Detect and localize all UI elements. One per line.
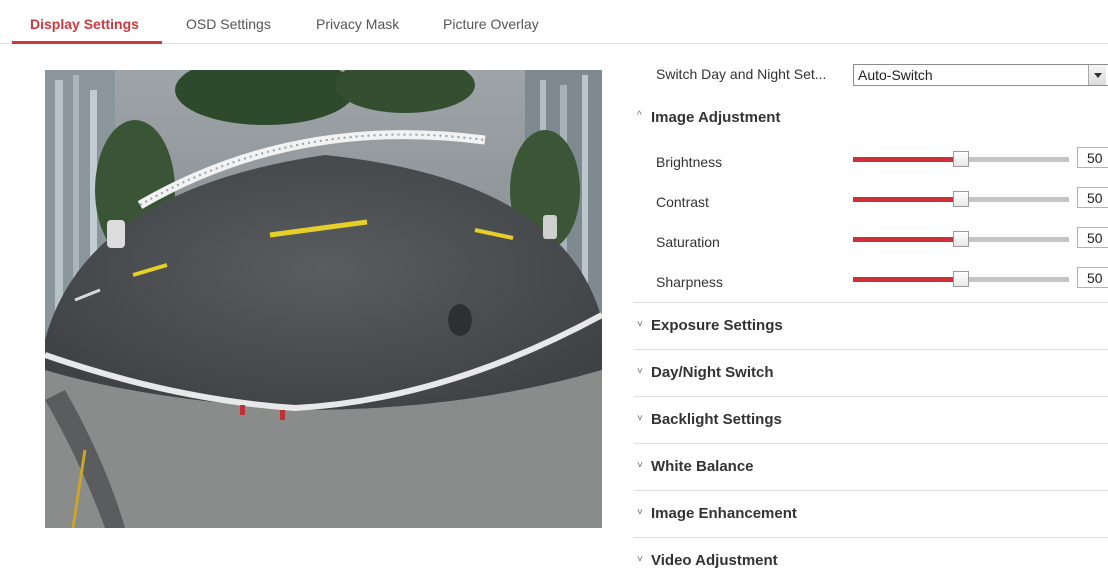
chevron-down-icon: ˅ xyxy=(637,319,643,330)
tab-privacy-mask[interactable]: Privacy Mask xyxy=(316,16,399,32)
slider-fill xyxy=(853,277,961,282)
sharpness-label: Sharpness xyxy=(656,274,723,290)
day-night-select[interactable]: Auto-Switch xyxy=(853,64,1108,86)
brightness-slider[interactable] xyxy=(853,151,1069,167)
day-night-switch-title: Day/Night Switch xyxy=(651,364,774,381)
slider-fill xyxy=(853,157,961,162)
chevron-down-icon: ˅ xyxy=(637,366,643,377)
contrast-slider[interactable] xyxy=(853,191,1069,207)
day-night-select-value: Auto-Switch xyxy=(858,67,933,83)
slider-thumb[interactable] xyxy=(953,271,969,287)
fisheye-road-image xyxy=(45,70,602,528)
backlight-settings-header[interactable]: ˅ Backlight Settings xyxy=(634,397,1108,443)
contrast-label: Contrast xyxy=(656,194,709,210)
tab-osd-settings[interactable]: OSD Settings xyxy=(186,16,271,32)
white-balance-title: White Balance xyxy=(651,458,754,475)
sharpness-value-input[interactable]: 50 xyxy=(1077,267,1108,288)
video-adjustment-header[interactable]: ˅ Video Adjustment xyxy=(634,538,1108,576)
display-settings-page: Display Settings OSD Settings Privacy Ma… xyxy=(0,0,1108,576)
active-tab-indicator xyxy=(12,41,162,44)
image-enhancement-title: Image Enhancement xyxy=(651,505,797,522)
exposure-settings-title: Exposure Settings xyxy=(651,317,783,334)
chevron-down-icon: ˅ xyxy=(637,460,643,471)
white-balance-header[interactable]: ˅ White Balance xyxy=(634,444,1108,490)
tab-divider xyxy=(0,43,1108,44)
exposure-settings-header[interactable]: ˅ Exposure Settings xyxy=(634,303,1108,349)
slider-thumb[interactable] xyxy=(953,151,969,167)
live-preview[interactable] xyxy=(45,70,602,528)
sharpness-slider[interactable] xyxy=(853,271,1069,287)
slider-fill xyxy=(853,197,961,202)
video-adjustment-title: Video Adjustment xyxy=(651,552,778,569)
slider-thumb[interactable] xyxy=(953,231,969,247)
chevron-down-icon: ˅ xyxy=(637,554,643,565)
chevron-up-icon: ^ xyxy=(637,110,642,121)
image-enhancement-header[interactable]: ˅ Image Enhancement xyxy=(634,491,1108,537)
slider-thumb[interactable] xyxy=(953,191,969,207)
contrast-value-input[interactable]: 50 xyxy=(1077,187,1108,208)
brightness-value-input[interactable]: 50 xyxy=(1077,147,1108,168)
saturation-value-input[interactable]: 50 xyxy=(1077,227,1108,248)
backlight-settings-title: Backlight Settings xyxy=(651,411,782,428)
image-adjustment-title: Image Adjustment xyxy=(651,109,781,126)
day-night-switch-header[interactable]: ˅ Day/Night Switch xyxy=(634,350,1108,396)
tab-picture-overlay[interactable]: Picture Overlay xyxy=(443,16,539,32)
brightness-label: Brightness xyxy=(656,154,723,170)
tab-display-settings[interactable]: Display Settings xyxy=(30,16,139,32)
saturation-slider[interactable] xyxy=(853,231,1069,247)
dropdown-arrow-icon[interactable] xyxy=(1088,65,1106,85)
image-adjustment-header[interactable]: ^ Image Adjustment xyxy=(634,104,1108,150)
chevron-down-icon: ˅ xyxy=(637,413,643,424)
chevron-down-icon: ˅ xyxy=(637,507,643,518)
saturation-label: Saturation xyxy=(656,234,720,250)
slider-fill xyxy=(853,237,961,242)
tab-bar: Display Settings OSD Settings Privacy Ma… xyxy=(0,0,1108,45)
day-night-setting-label: Switch Day and Night Set... xyxy=(656,66,827,82)
